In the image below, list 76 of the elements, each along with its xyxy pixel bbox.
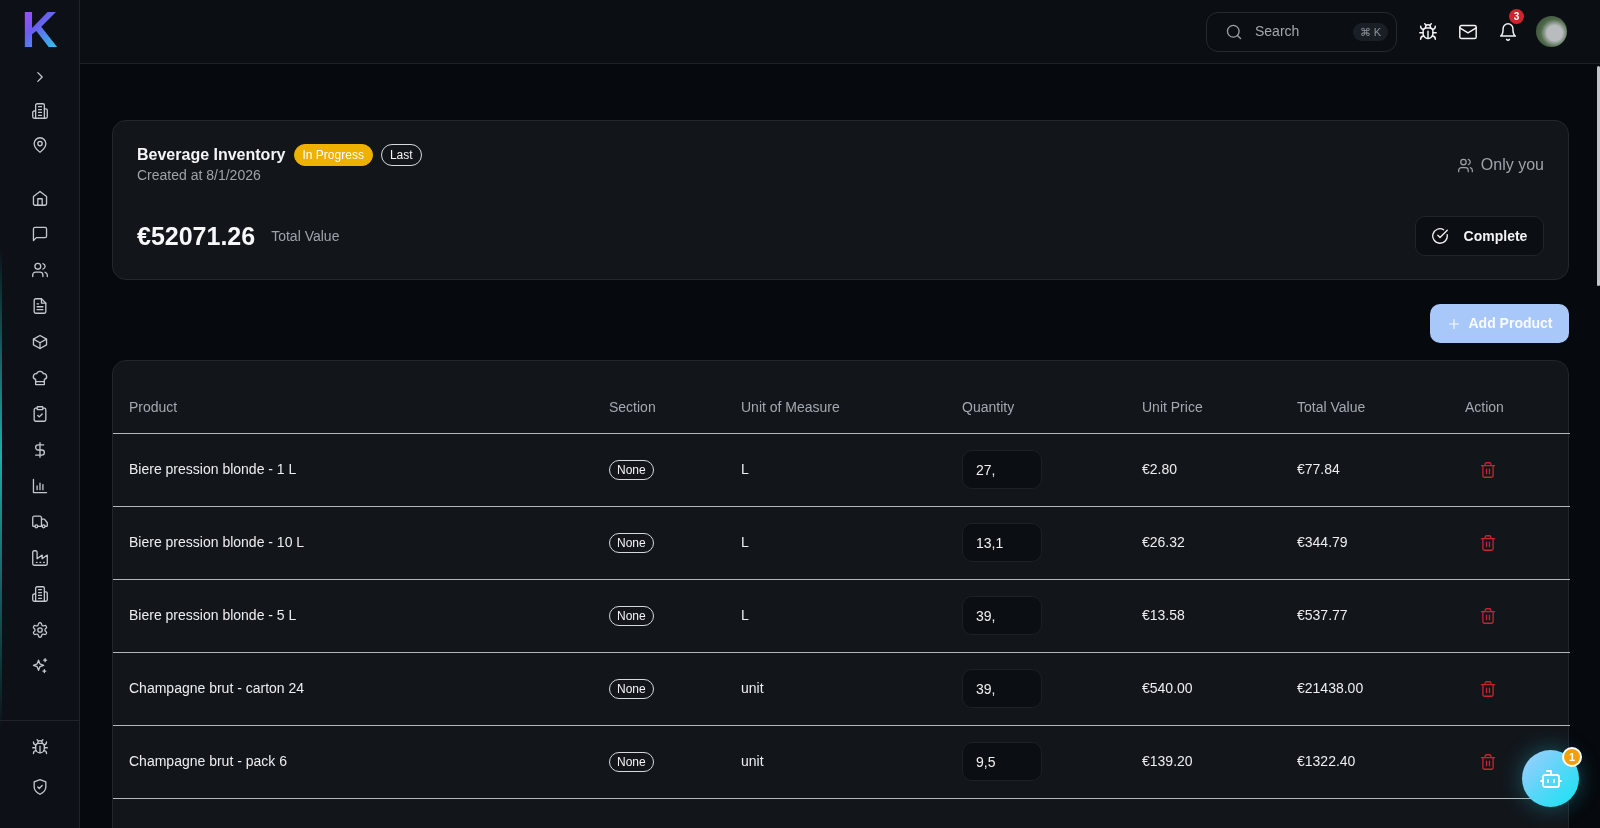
notification-count: 3 — [1509, 8, 1524, 24]
bug-icon[interactable] — [31, 739, 48, 755]
building-icon[interactable] — [31, 586, 48, 602]
trash-icon[interactable] — [1480, 462, 1496, 479]
visibility-label: Only you — [1480, 155, 1544, 175]
document-icon[interactable] — [31, 298, 48, 314]
plus-icon — [1446, 316, 1461, 331]
trash-icon[interactable] — [1480, 608, 1496, 625]
table-cell: Biere pression blonde - 5 L — [129, 607, 297, 623]
users-icon[interactable] — [31, 262, 48, 278]
trash-icon[interactable] — [1480, 535, 1496, 552]
table-cell: Biere pression blonde - 10 L — [129, 534, 305, 550]
table-cell: €537.77 — [1297, 607, 1348, 623]
column-header: Total Value — [1297, 398, 1366, 415]
table-cell: €1322.40 — [1297, 753, 1356, 769]
assistant-badge: 1 — [1562, 747, 1582, 767]
table-cell: €21438.00 — [1297, 680, 1364, 696]
table-cell: unit — [741, 753, 764, 769]
created-date: Created at 8/1/2026 — [137, 166, 262, 184]
column-header: Product — [129, 398, 178, 415]
sparkles-icon[interactable] — [31, 658, 48, 674]
factory-icon[interactable] — [31, 550, 48, 566]
total-label: Total Value — [271, 226, 340, 246]
trash-icon[interactable] — [1480, 681, 1496, 698]
search-bar[interactable]: Search ⌘ K — [1206, 11, 1397, 52]
column-header: Unit of Measure — [741, 398, 840, 415]
truck-icon[interactable] — [31, 514, 48, 530]
table-cell: €77.84 — [1297, 461, 1340, 477]
quantity-field[interactable]: 27, — [962, 450, 1042, 489]
shortcut-hint: ⌘ K — [1352, 22, 1388, 41]
column-header: Section — [609, 398, 656, 415]
total-amount: €52071.26 — [137, 221, 256, 252]
quantity-field[interactable]: 13,1 — [962, 523, 1042, 562]
search-icon — [1226, 23, 1242, 40]
scrollbar-thumb[interactable] — [1597, 66, 1600, 286]
home-icon[interactable] — [31, 190, 48, 206]
avatar[interactable] — [1536, 16, 1567, 47]
table-cell: L — [741, 607, 749, 623]
quantity-field[interactable]: 39, — [962, 596, 1042, 635]
table-cell: €139.20 — [1142, 753, 1193, 769]
quantity-field[interactable]: 39, — [962, 669, 1042, 708]
check-circle-icon — [1431, 228, 1448, 244]
shield-check-icon[interactable] — [31, 779, 48, 795]
bug-icon[interactable] — [1419, 22, 1437, 41]
table-cell: Champagne brut - carton 24 — [129, 680, 305, 696]
table-cell: €540.00 — [1142, 680, 1193, 696]
map-pin-icon[interactable] — [31, 137, 48, 153]
search-field[interactable]: Search — [1255, 21, 1335, 42]
table-cell: unit — [741, 680, 764, 696]
trash-icon[interactable] — [1480, 754, 1496, 771]
column-header: Quantity — [962, 398, 1015, 415]
table-cell: L — [741, 461, 749, 477]
complete-button[interactable]: Complete — [1415, 216, 1544, 256]
chat-icon[interactable] — [31, 226, 48, 242]
chef-hat-icon[interactable] — [31, 370, 48, 386]
quantity-field[interactable]: 9,5 — [962, 742, 1042, 781]
bar-chart-icon[interactable] — [31, 478, 48, 494]
table-cell: €344.79 — [1297, 534, 1348, 550]
bell-icon[interactable] — [1499, 22, 1517, 41]
settings-icon[interactable] — [31, 622, 48, 638]
users-icon — [1457, 157, 1473, 173]
column-header: Action — [1465, 398, 1504, 415]
table-cell: Biere pression blonde - 1 L — [129, 461, 297, 477]
clipboard-check-icon[interactable] — [31, 406, 48, 422]
table-cell: €13.58 — [1142, 607, 1185, 623]
mail-icon[interactable] — [1459, 22, 1477, 41]
column-header: Unit Price — [1142, 398, 1203, 415]
building-icon[interactable] — [31, 103, 48, 119]
robot-icon — [1539, 767, 1562, 790]
status-tag: In Progress — [293, 144, 373, 166]
inventory-title: Beverage Inventory — [137, 145, 286, 165]
table-cell: Champagne brut - pack 6 — [129, 753, 287, 769]
table-cell: €26.32 — [1142, 534, 1185, 550]
table-cell: €2.80 — [1142, 461, 1178, 477]
box-icon[interactable] — [31, 334, 48, 350]
table-cell: L — [741, 534, 749, 550]
